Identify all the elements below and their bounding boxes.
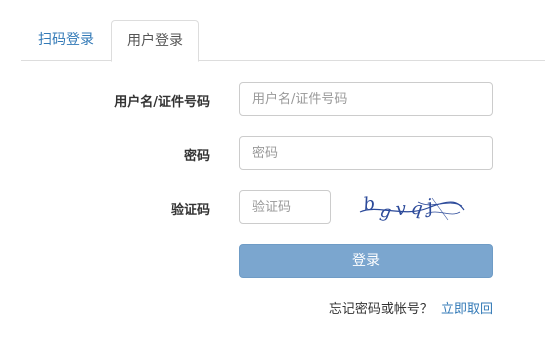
username-input[interactable]: [239, 82, 493, 116]
recover-link[interactable]: 立即取回: [441, 302, 493, 317]
captcha-input[interactable]: [239, 190, 331, 224]
svg-text:b: b: [362, 193, 376, 215]
svg-text:g: g: [378, 201, 392, 223]
password-label: 密码: [183, 149, 210, 164]
password-input[interactable]: [239, 136, 493, 170]
captcha-image[interactable]: b g v q j: [358, 190, 466, 226]
forgot-text: 忘记密码或帐号？: [328, 302, 433, 317]
svg-text:v: v: [395, 198, 407, 220]
forgot-row: 忘记密码或帐号？ 立即取回: [239, 298, 493, 317]
captcha-label: 验证码: [170, 203, 210, 218]
svg-text:q: q: [410, 198, 424, 220]
login-tabs: 扫码登录 用户登录: [21, 20, 545, 62]
login-button[interactable]: 登录: [239, 244, 493, 278]
tab-user-login[interactable]: 用户登录: [111, 20, 199, 62]
username-label: 用户名/证件号码: [114, 95, 210, 110]
tab-qr-login[interactable]: 扫码登录: [21, 20, 111, 61]
